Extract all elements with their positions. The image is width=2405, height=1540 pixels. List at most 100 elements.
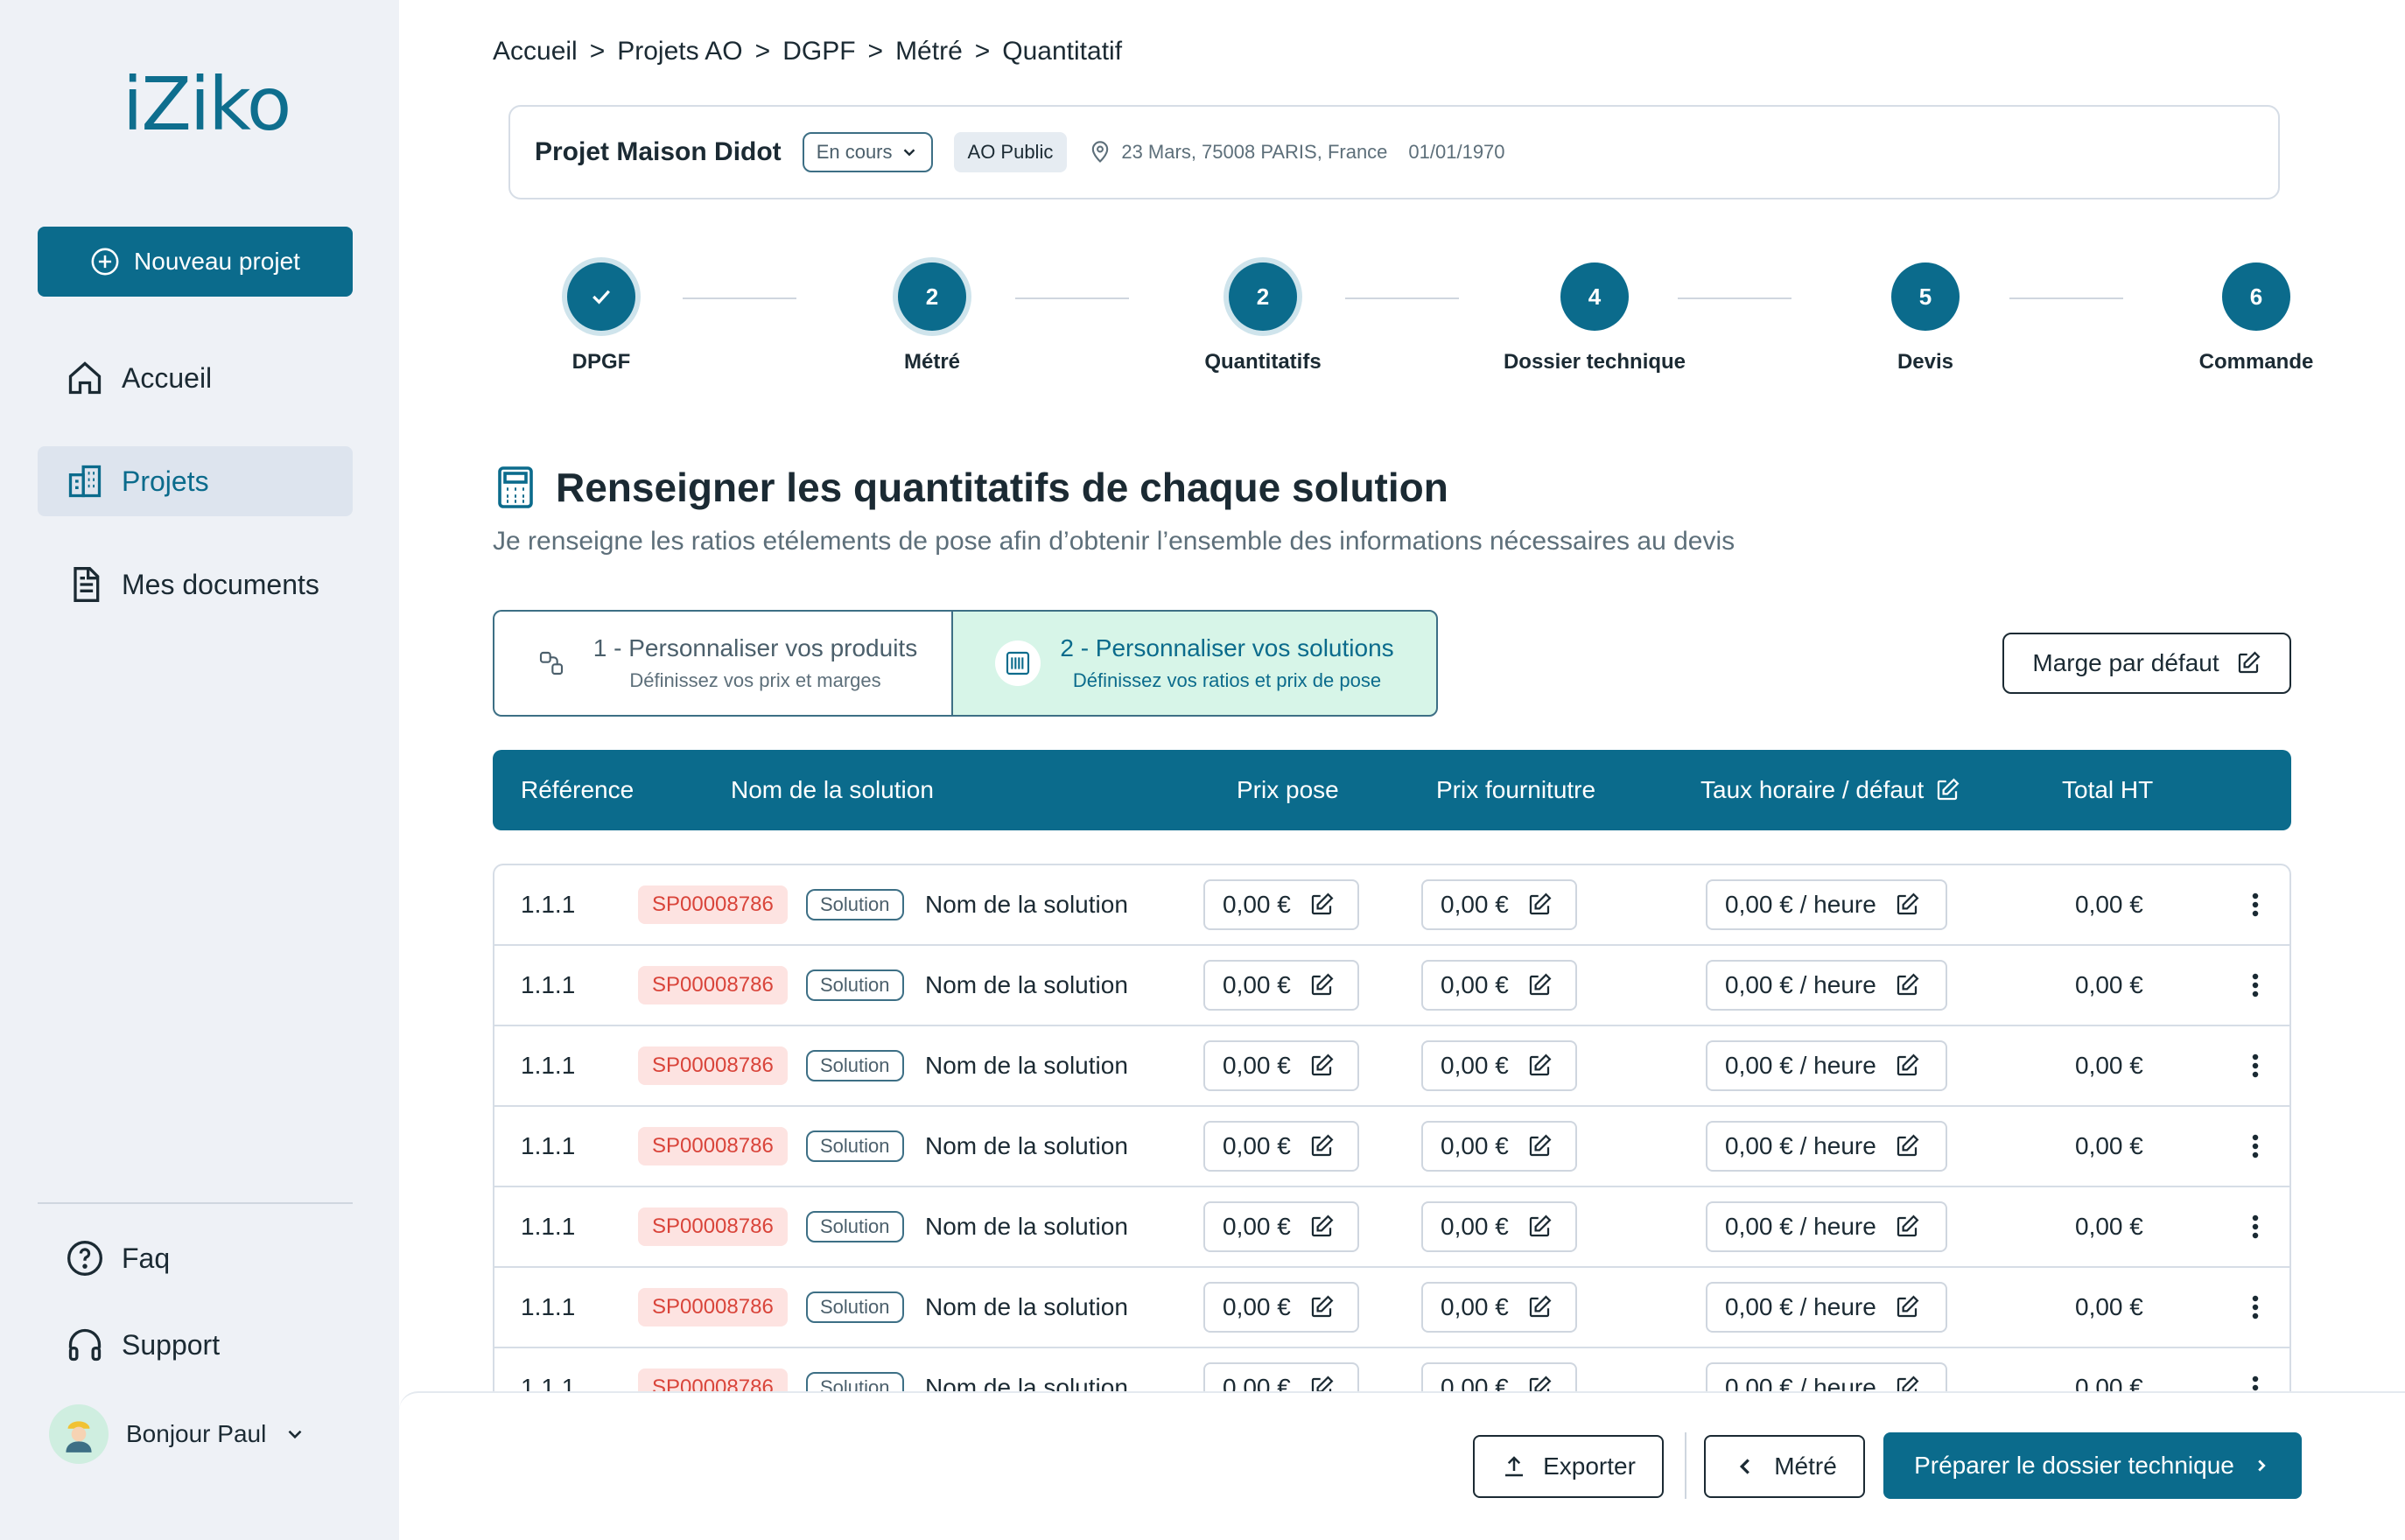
step-metre[interactable]: 2 Métré — [836, 262, 1028, 374]
breadcrumb-item[interactable]: Projets AO — [617, 37, 742, 66]
tab-solutions[interactable]: 2 - Personnaliser vos solutions Définiss… — [951, 610, 1438, 717]
step-number: 2 — [898, 262, 966, 331]
nav-item-projets[interactable]: Projets — [38, 446, 353, 516]
user-menu[interactable]: Bonjour Paul — [49, 1404, 306, 1464]
prix-pose-input[interactable]: 0,00 € — [1203, 960, 1359, 1011]
prix-pose-input[interactable]: 0,00 € — [1203, 1282, 1359, 1333]
prix-fourniture-input[interactable]: 0,00 € — [1421, 1040, 1577, 1091]
step-dpgf[interactable]: DPGF — [505, 262, 698, 374]
project-address: 23 Mars, 75008 PARIS, France — [1088, 140, 1387, 164]
edit-icon — [1897, 1134, 1919, 1157]
link-squares-icon — [539, 651, 563, 676]
barcode-icon — [1006, 651, 1030, 676]
kebab-menu-icon — [2252, 1214, 2259, 1239]
row-menu-button[interactable] — [2242, 1294, 2268, 1320]
taux-horaire-input[interactable]: 0,00 € / heure — [1706, 1040, 1947, 1091]
user-greeting: Bonjour Paul — [126, 1420, 267, 1447]
status-select[interactable]: En cours — [802, 132, 933, 172]
taux-horaire-input[interactable]: 0,00 € / heure — [1706, 1201, 1947, 1252]
row-number: 1.1.1 — [521, 891, 576, 918]
location-pin-icon — [1092, 141, 1109, 163]
nav-label: Accueil — [122, 361, 213, 394]
step-label: Quantitatifs — [1204, 350, 1322, 374]
nav-item-support[interactable]: Support — [38, 1310, 353, 1380]
tabs: 1 - Personnaliser vos produits Définisse… — [493, 610, 1438, 717]
edit-icon — [1897, 892, 1919, 915]
solution-name: Nom de la solution — [925, 891, 1128, 918]
prix-pose-input[interactable]: 0,00 € — [1203, 1121, 1359, 1172]
prepare-dossier-button[interactable]: Préparer le dossier technique — [1883, 1432, 2302, 1499]
solution-name: Nom de la solution — [925, 1052, 1128, 1079]
prix-pose-input[interactable]: 0,00 € — [1203, 879, 1359, 930]
column-header-hourly-rate[interactable]: Taux horaire / défaut — [1700, 750, 1960, 830]
breadcrumb-item[interactable]: DGPF — [782, 37, 855, 66]
breadcrumb-item[interactable]: Accueil — [493, 37, 578, 66]
step-number: 5 — [1891, 262, 1960, 331]
edit-icon — [1897, 1054, 1919, 1076]
back-metre-button[interactable]: Métré — [1704, 1435, 1865, 1498]
prix-fourniture-input[interactable]: 0,00 € — [1421, 879, 1577, 930]
column-header[interactable]: Nom de la solution — [731, 750, 934, 830]
step-connector — [1345, 298, 1459, 299]
column-header[interactable]: Total HT — [2062, 750, 2153, 830]
column-header[interactable]: Référence — [521, 750, 634, 830]
total-ht: 0,00 € — [2075, 1213, 2143, 1240]
taux-horaire-input[interactable]: 0,00 € / heure — [1706, 879, 1947, 930]
headphones-icon — [68, 1328, 102, 1362]
column-header[interactable]: Prix fournitutre — [1436, 750, 1595, 830]
nav-item-faq[interactable]: Faq — [38, 1223, 353, 1293]
breadcrumb-item[interactable]: Métré — [895, 37, 963, 66]
taux-horaire-input[interactable]: 0,00 € / heure — [1706, 1121, 1947, 1172]
section-title: Renseigner les quantitatifs de chaque so… — [494, 464, 1448, 511]
row-menu-button[interactable] — [2242, 1133, 2268, 1159]
taux-horaire-value: 0,00 € / heure — [1725, 891, 1876, 918]
step-commande[interactable]: 6 Commande — [2160, 262, 2352, 374]
taux-horaire-input[interactable]: 0,00 € / heure — [1706, 1282, 1947, 1333]
nav-item-documents[interactable]: Mes documents — [38, 550, 353, 620]
prix-fourniture-input[interactable]: 0,00 € — [1421, 960, 1577, 1011]
calculator-icon — [498, 466, 533, 508]
next-label: Préparer le dossier technique — [1914, 1452, 2234, 1479]
column-header-label: Taux horaire / défaut — [1700, 776, 1925, 803]
step-quantitatifs[interactable]: 2 Quantitatifs — [1167, 262, 1359, 374]
edit-icon — [1311, 973, 1334, 996]
reference-badge: SP00008786 — [638, 1127, 788, 1166]
new-project-button[interactable]: Nouveau projet — [38, 227, 353, 297]
table-header: Référence Nom de la solution Prix pose P… — [493, 750, 2291, 830]
step-label: DPGF — [571, 350, 631, 374]
row-menu-button[interactable] — [2242, 972, 2268, 998]
nav-item-accueil[interactable]: Accueil — [38, 343, 353, 413]
nav-label: Faq — [122, 1242, 171, 1274]
row-menu-button[interactable] — [2242, 1214, 2268, 1240]
step-devis[interactable]: 5 Devis — [1829, 262, 2022, 374]
export-button[interactable]: Exporter — [1473, 1435, 1664, 1498]
prix-pose-input[interactable]: 0,00 € — [1203, 1201, 1359, 1252]
default-margin-button[interactable]: Marge par défaut — [2002, 633, 2291, 694]
building-icon — [68, 465, 102, 498]
step-dossier-technique[interactable]: 4 Dossier technique — [1498, 262, 1691, 374]
export-label: Exporter — [1543, 1452, 1636, 1480]
prix-fourniture-input[interactable]: 0,00 € — [1421, 1121, 1577, 1172]
taux-horaire-value: 0,00 € / heure — [1725, 1052, 1876, 1079]
project-date: 01/01/1970 — [1408, 141, 1505, 163]
solution-name: Nom de la solution — [925, 1374, 1128, 1397]
step-connector — [683, 298, 796, 299]
prix-fourniture-input[interactable]: 0,00 € — [1421, 1282, 1577, 1333]
edit-icon — [1897, 1214, 1919, 1237]
row-number: 1.1.1 — [521, 1374, 576, 1397]
prix-fourniture-input[interactable]: 0,00 € — [1421, 1201, 1577, 1252]
row-number: 1.1.1 — [521, 1052, 576, 1079]
prix-fourniture-value: 0,00 € — [1441, 971, 1509, 998]
plus-circle-icon — [91, 248, 119, 276]
prix-fourniture-value: 0,00 € — [1441, 891, 1509, 918]
row-menu-button[interactable] — [2242, 892, 2268, 918]
tab-sublabel: Définissez vos prix et marges — [629, 669, 881, 691]
column-header[interactable]: Prix pose — [1237, 750, 1339, 830]
prix-pose-input[interactable]: 0,00 € — [1203, 1040, 1359, 1091]
taux-horaire-input[interactable]: 0,00 € / heure — [1706, 960, 1947, 1011]
row-menu-button[interactable] — [2242, 1053, 2268, 1079]
tab-label: 1 - Personnaliser vos produits — [592, 634, 918, 662]
prix-fourniture-value: 0,00 € — [1441, 1213, 1509, 1240]
tab-produits[interactable]: 1 - Personnaliser vos produits Définisse… — [493, 610, 951, 717]
kebab-menu-icon — [2252, 892, 2259, 917]
